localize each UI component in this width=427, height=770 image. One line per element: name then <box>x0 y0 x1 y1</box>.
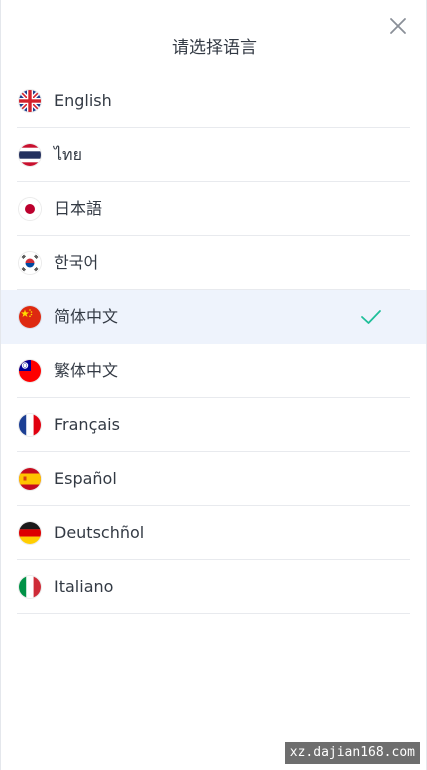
language-label: English <box>54 91 112 110</box>
language-label: Italiano <box>54 577 114 596</box>
spain-flag-icon <box>19 468 41 490</box>
close-button[interactable] <box>386 14 410 38</box>
language-option-german[interactable]: Deutschñol <box>1 506 426 560</box>
germany-flag-icon <box>19 522 41 544</box>
china-flag-icon <box>19 306 41 328</box>
france-flag-icon <box>19 414 41 436</box>
language-option-korean[interactable]: 한국어 <box>1 236 426 290</box>
taiwan-flag-icon <box>19 360 41 382</box>
language-label: 日本語 <box>54 199 103 218</box>
language-option-traditional-chinese[interactable]: 繁体中文 <box>1 344 426 398</box>
japan-flag-icon <box>19 198 41 220</box>
divider <box>17 613 410 614</box>
language-label: 繁体中文 <box>54 361 119 380</box>
uk-flag-icon <box>19 90 41 112</box>
korea-flag-icon <box>19 252 41 274</box>
language-option-english[interactable]: English <box>1 74 426 128</box>
thailand-flag-icon <box>19 144 41 166</box>
language-label: 한국어 <box>54 253 99 272</box>
language-picker-sheet: 请选择语言 English ไทย 日本語 한국어 简体中文 繁体中文 Fran… <box>0 0 427 770</box>
language-option-spanish[interactable]: Español <box>1 452 426 506</box>
watermark-text: xz.dajian168.com <box>284 742 420 764</box>
language-option-thai[interactable]: ไทย <box>1 128 426 182</box>
language-label: Deutschñol <box>54 523 145 542</box>
language-option-simplified-chinese[interactable]: 简体中文 <box>1 290 426 344</box>
dialog-title: 请选择语言 <box>172 38 257 58</box>
language-option-japanese[interactable]: 日本語 <box>1 182 426 236</box>
italy-flag-icon <box>19 576 41 598</box>
language-label: 简体中文 <box>54 307 119 326</box>
language-label: Français <box>54 415 120 434</box>
language-label: Español <box>54 469 117 488</box>
language-option-french[interactable]: Français <box>1 398 426 452</box>
language-list: English ไทย 日本語 한국어 简体中文 繁体中文 Français E… <box>1 74 426 614</box>
close-icon <box>390 18 406 34</box>
checkmark-icon <box>361 310 381 324</box>
language-label: ไทย <box>54 145 82 164</box>
language-option-italian[interactable]: Italiano <box>1 560 426 614</box>
